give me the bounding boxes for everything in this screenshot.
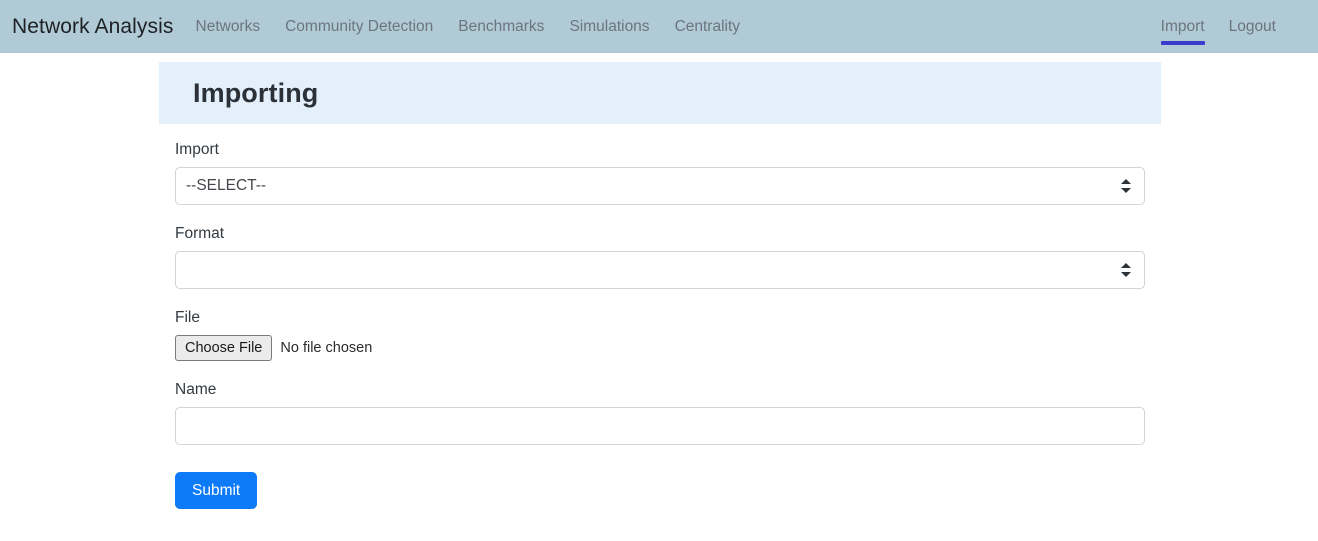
navbar: Network Analysis Networks Community Dete… [0, 0, 1318, 53]
nav-link-benchmarks[interactable]: Benchmarks [458, 17, 544, 37]
nav-link-import[interactable]: Import [1160, 17, 1205, 45]
nav-link-simulations[interactable]: Simulations [569, 17, 649, 37]
nav-link-import-label: Import [1160, 17, 1205, 35]
field-import: Import --SELECT-- [175, 140, 1145, 205]
page-title: Importing [193, 77, 319, 108]
active-indicator [1160, 40, 1205, 45]
file-input-row: Choose File No file chosen [175, 335, 1145, 361]
submit-row: Submit [175, 472, 1145, 509]
select-arrows-icon [1121, 178, 1131, 194]
content-container: Importing Import --SELECT-- Format File … [159, 62, 1161, 509]
nav-right-links: Import Logout [1160, 17, 1304, 45]
field-format: Format [175, 224, 1145, 289]
nav-link-community-detection[interactable]: Community Detection [285, 17, 433, 37]
nav-links: Networks Community Detection Benchmarks … [196, 17, 741, 37]
file-label: File [175, 309, 200, 326]
import-label: Import [175, 141, 219, 158]
nav-link-centrality[interactable]: Centrality [675, 17, 740, 37]
import-select[interactable]: --SELECT-- [175, 167, 1145, 205]
field-name: Name [175, 380, 1145, 445]
field-file: File Choose File No file chosen [175, 308, 1145, 361]
nav-link-networks[interactable]: Networks [196, 17, 261, 37]
name-input[interactable] [175, 407, 1145, 445]
file-status-text: No file chosen [280, 340, 373, 356]
choose-file-button[interactable]: Choose File [175, 335, 273, 361]
import-select-value: --SELECT-- [186, 177, 267, 194]
nav-link-logout[interactable]: Logout [1229, 17, 1276, 37]
page-header: Importing [159, 62, 1161, 124]
brand-title[interactable]: Network Analysis [12, 15, 174, 39]
format-select[interactable] [175, 251, 1145, 289]
select-arrows-icon [1121, 262, 1131, 278]
format-label: Format [175, 225, 225, 242]
submit-button[interactable]: Submit [175, 472, 258, 509]
import-form: Import --SELECT-- Format File Choose Fil… [159, 124, 1161, 509]
name-label: Name [175, 381, 217, 398]
